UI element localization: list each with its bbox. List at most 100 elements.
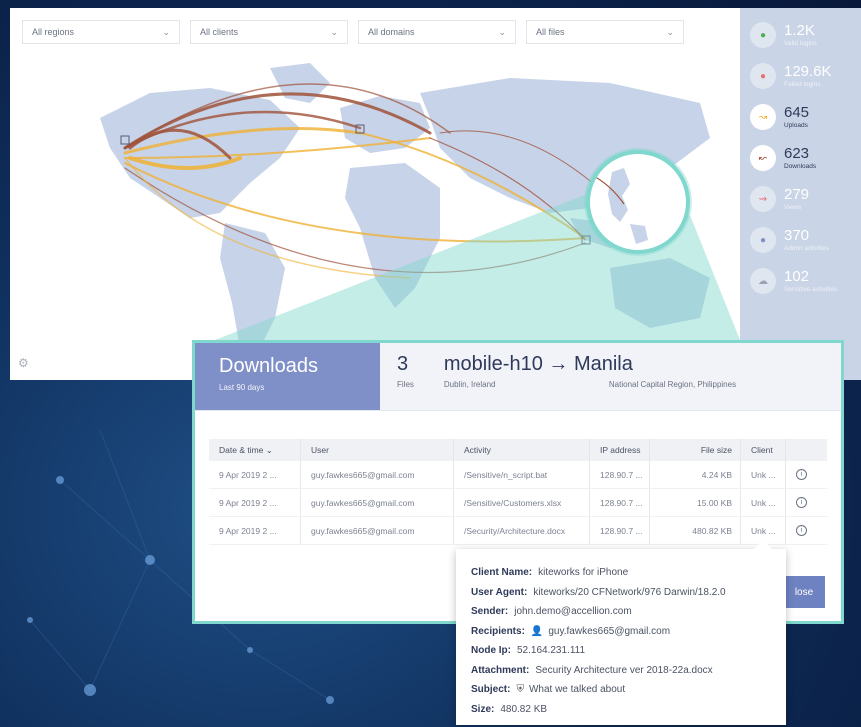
tooltip-label: Sender: xyxy=(471,606,509,618)
chevron-down-icon: ⌄ xyxy=(666,26,674,37)
column-header-ip[interactable]: IP address xyxy=(590,439,650,461)
activity-table: Date & time ⌄ User Activity IP address F… xyxy=(209,439,827,545)
cell-client: Unk ... xyxy=(741,461,786,488)
tooltip-label: Recipients: xyxy=(471,625,525,637)
cell-date: 9 Apr 2019 2 ... xyxy=(209,517,301,544)
stat-value: 645 xyxy=(784,104,810,121)
zoom-magnifier xyxy=(586,150,690,254)
stat-label: Downloads xyxy=(784,163,817,170)
client-filter[interactable]: All clients ⌄ xyxy=(190,20,348,44)
tooltip-value: guy.fawkes665@gmail.com xyxy=(548,625,671,637)
column-header-label: Date & time xyxy=(219,445,264,455)
stat-label: Uploads xyxy=(784,122,808,129)
upload-arrow-icon: ↝ xyxy=(750,104,776,130)
gear-icon[interactable]: ⚙ xyxy=(18,356,29,370)
popup-subtitle: Last 90 days xyxy=(219,383,265,392)
popup-header: Downloads Last 90 days 3 Files mobile-h1… xyxy=(195,343,841,411)
column-header-date[interactable]: Date & time ⌄ xyxy=(209,439,301,461)
info-icon[interactable]: i xyxy=(796,525,807,536)
tooltip-recipients: Recipients: 👤 guy.fawkes665@gmail.com xyxy=(471,622,786,642)
popup-summary: 3 Files mobile-h10 → Manila Dublin, Irel… xyxy=(380,343,841,410)
column-header-user[interactable]: User xyxy=(301,439,454,461)
column-header-client[interactable]: Client xyxy=(741,439,786,461)
column-header-size[interactable]: File size xyxy=(650,439,741,461)
close-button[interactable]: lose xyxy=(783,576,825,608)
dot-icon: ● xyxy=(750,227,776,253)
tooltip-value: kiteworks/20 CFNetwork/976 Darwin/18.2.0 xyxy=(533,586,726,598)
tooltip-value: kiteworks for iPhone xyxy=(538,567,629,579)
tooltip-subject: Subject: ⛨ What we talked about xyxy=(471,680,786,700)
popup-title: Downloads xyxy=(219,355,318,377)
tooltip-label: Node Ip: xyxy=(471,645,511,657)
cell-user: guy.fawkes665@gmail.com xyxy=(301,517,454,544)
stat-label: Sensitive activities xyxy=(784,286,838,293)
domain-filter[interactable]: All domains ⌄ xyxy=(358,20,516,44)
tooltip-node-ip: Node Ip: 52.164.231.111 xyxy=(471,641,786,661)
chevron-down-icon: ⌄ xyxy=(330,26,338,37)
tooltip-sender: Sender: john.demo@accellion.com xyxy=(471,602,786,622)
cell-client: Unk ... xyxy=(741,489,786,516)
stat-value: 279 xyxy=(784,186,810,203)
cell-ip: 128.90.7 ... xyxy=(590,461,650,488)
tooltip-size: Size: 480.82 KB xyxy=(471,700,786,720)
route-title: mobile-h10 → Manila xyxy=(443,353,633,375)
file-filter[interactable]: All files ⌄ xyxy=(526,20,684,44)
file-count: 3 xyxy=(397,353,409,375)
column-header-info xyxy=(786,439,817,461)
popup-title-block: Downloads Last 90 days xyxy=(195,343,380,410)
stat-sensitive-activities[interactable]: ☁ 102 Sensitive activities xyxy=(750,268,837,294)
region-filter-label: All regions xyxy=(32,27,75,37)
cell-user: guy.fawkes665@gmail.com xyxy=(301,489,454,516)
stat-label: Valid logins xyxy=(784,40,817,47)
cell-size: 4.24 KB xyxy=(650,461,741,488)
download-arrow-icon: ↜ xyxy=(750,145,776,171)
tooltip-value: 52.164.231.111 xyxy=(517,645,586,657)
tooltip-label: Size: xyxy=(471,703,495,715)
to-location: National Capital Region, Philippines xyxy=(608,380,737,389)
tooltip-label: Subject: xyxy=(471,684,511,696)
stat-label: Views xyxy=(784,204,802,211)
stat-value: 370 xyxy=(784,227,810,244)
file-filter-label: All files xyxy=(536,27,565,37)
table-row[interactable]: 9 Apr 2019 2 ... guy.fawkes665@gmail.com… xyxy=(209,517,827,545)
cell-activity: /Security/Architecture.docx xyxy=(454,517,590,544)
column-header-activity[interactable]: Activity xyxy=(454,439,590,461)
cell-ip: 128.90.7 ... xyxy=(590,489,650,516)
info-icon[interactable]: i xyxy=(796,469,807,480)
stat-uploads[interactable]: ↝ 645 Uploads xyxy=(750,104,809,130)
client-details-tooltip: Client Name: kiteworks for iPhone User Ag… xyxy=(456,540,786,725)
tooltip-value: Security Architecture ver 2018-22a.docx xyxy=(535,664,713,676)
stat-downloads[interactable]: ↜ 623 Downloads xyxy=(750,145,816,171)
dot-icon: ● xyxy=(750,63,776,89)
from-location: Dublin, Ireland xyxy=(443,380,496,389)
user-icon: 👤 xyxy=(530,625,544,637)
stat-value: 129.6K xyxy=(784,63,832,80)
view-icon: ⇝ xyxy=(750,186,776,212)
tooltip-user-agent: User Agent: kiteworks/20 CFNetwork/976 Da… xyxy=(471,583,786,603)
stats-sidebar: ● 1.2K Valid logins ● 129.6K Failed logins… xyxy=(740,8,861,380)
tooltip-client-name: Client Name: kiteworks for iPhone xyxy=(471,563,786,583)
client-filter-label: All clients xyxy=(200,27,239,37)
tooltip-label: User Agent: xyxy=(471,586,528,598)
table-row[interactable]: 9 Apr 2019 2 ... guy.fawkes665@gmail.com… xyxy=(209,461,827,489)
cell-size: 480.82 KB xyxy=(650,517,741,544)
table-header: Date & time ⌄ User Activity IP address F… xyxy=(209,439,827,461)
stat-label: Admin activities xyxy=(784,245,830,252)
stat-failed-logins[interactable]: ● 129.6K Failed logins xyxy=(750,63,832,89)
region-filter[interactable]: All regions ⌄ xyxy=(22,20,180,44)
cell-activity: /Sensitive/Customers.xlsx xyxy=(454,489,590,516)
info-icon[interactable]: i xyxy=(796,497,807,508)
tooltip-attachment: Attachment: Security Architecture ver 201… xyxy=(471,661,786,681)
stat-admin-activities[interactable]: ● 370 Admin activities xyxy=(750,227,829,253)
tooltip-value: What we talked about xyxy=(528,684,626,696)
cell-date: 9 Apr 2019 2 ... xyxy=(209,461,301,488)
stat-views[interactable]: ⇝ 279 Views xyxy=(750,186,809,212)
table-row[interactable]: 9 Apr 2019 2 ... guy.fawkes665@gmail.com… xyxy=(209,489,827,517)
cell-user: guy.fawkes665@gmail.com xyxy=(301,461,454,488)
chevron-down-icon: ⌄ xyxy=(265,444,273,455)
file-count-label: Files xyxy=(397,380,414,389)
stat-value: 102 xyxy=(784,268,810,285)
stat-valid-logins[interactable]: ● 1.2K Valid logins xyxy=(750,22,817,48)
cell-date: 9 Apr 2019 2 ... xyxy=(209,489,301,516)
cell-size: 15.00 KB xyxy=(650,489,741,516)
